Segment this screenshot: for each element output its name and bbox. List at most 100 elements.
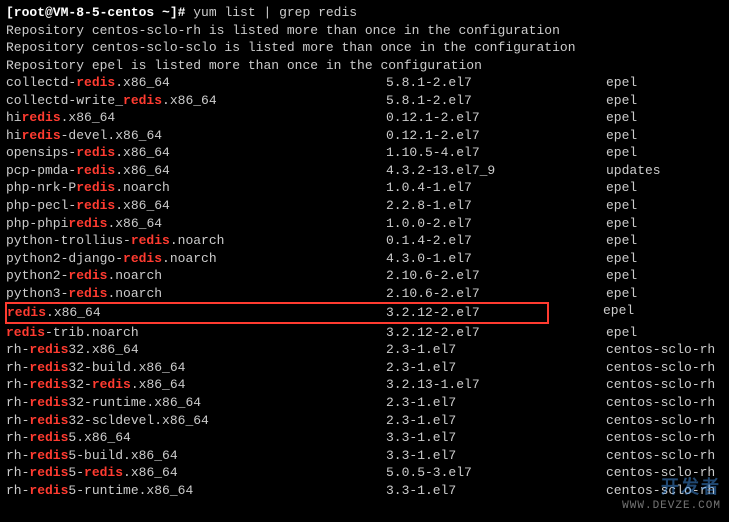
package-version: 2.10.6-2.el7	[386, 267, 606, 285]
grep-match: redis	[68, 268, 107, 283]
package-version: 3.2.12-2.el7	[386, 324, 606, 342]
grep-match: redis	[131, 233, 170, 248]
grep-match: redis	[92, 377, 131, 392]
package-version: 3.2.12-2.el7	[386, 304, 546, 322]
package-row: python3-redis.noarch2.10.6-2.el7epel	[6, 285, 723, 303]
package-version: 1.0.0-2.el7	[386, 215, 606, 233]
package-name: redis-trib.noarch	[6, 324, 386, 342]
grep-match: redis	[22, 128, 61, 143]
package-version: 4.3.2-13.el7_9	[386, 162, 606, 180]
package-row: rh-redis5.x86_643.3-1.el7centos-sclo-rh	[6, 429, 723, 447]
package-row: python2-django-redis.noarch4.3.0-1.el7ep…	[6, 250, 723, 268]
grep-match: redis	[29, 483, 68, 498]
package-version: 2.10.6-2.el7	[386, 285, 606, 303]
package-version: 5.8.1-2.el7	[386, 92, 606, 110]
package-version: 3.3-1.el7	[386, 429, 606, 447]
package-row: php-phpiredis.x86_641.0.0-2.el7epel	[6, 215, 723, 233]
package-row: php-nrk-Predis.noarch1.0.4-1.el7epel	[6, 179, 723, 197]
package-name: python-trollius-redis.noarch	[6, 232, 386, 250]
package-repo: epel	[606, 232, 637, 250]
package-version: 5.8.1-2.el7	[386, 74, 606, 92]
package-name: rh-redis5-redis.x86_64	[6, 464, 386, 482]
grep-match: redis	[68, 216, 107, 231]
package-version: 0.1.4-2.el7	[386, 232, 606, 250]
package-version: 0.12.1-2.el7	[386, 127, 606, 145]
package-row: php-pecl-redis.x86_642.2.8-1.el7epel	[6, 197, 723, 215]
package-row: pcp-pmda-redis.x86_644.3.2-13.el7_9updat…	[6, 162, 723, 180]
package-name: collectd-redis.x86_64	[6, 74, 386, 92]
package-repo: centos-sclo-rh	[606, 447, 715, 465]
package-name: python3-redis.noarch	[6, 285, 386, 303]
package-version: 4.3.0-1.el7	[386, 250, 606, 268]
package-row: rh-redis32-scldevel.x86_642.3-1.el7cento…	[6, 412, 723, 430]
package-repo: epel	[606, 144, 637, 162]
package-name: python2-redis.noarch	[6, 267, 386, 285]
package-row: rh-redis5-redis.x86_645.0.5-3.el7centos-…	[6, 464, 723, 482]
package-repo: epel	[606, 250, 637, 268]
grep-match: redis	[123, 93, 162, 108]
package-name: pcp-pmda-redis.x86_64	[6, 162, 386, 180]
package-name: php-pecl-redis.x86_64	[6, 197, 386, 215]
package-name: rh-redis32-build.x86_64	[6, 359, 386, 377]
package-repo: epel	[606, 197, 637, 215]
package-version: 2.3-1.el7	[386, 412, 606, 430]
package-name: rh-redis32-runtime.x86_64	[6, 394, 386, 412]
grep-match: redis	[29, 448, 68, 463]
package-name: rh-redis32.x86_64	[6, 341, 386, 359]
package-row: hiredis.x86_640.12.1-2.el7epel	[6, 109, 723, 127]
warning-message: Repository centos-sclo-rh is listed more…	[6, 22, 723, 40]
grep-match: redis	[68, 286, 107, 301]
package-name: python2-django-redis.noarch	[6, 250, 386, 268]
grep-match: redis	[29, 377, 68, 392]
package-row: hiredis-devel.x86_640.12.1-2.el7epel	[6, 127, 723, 145]
package-repo: centos-sclo-rh	[606, 394, 715, 412]
package-list: collectd-redis.x86_645.8.1-2.el7epelcoll…	[6, 74, 723, 499]
package-repo: epel	[606, 74, 637, 92]
package-repo: centos-sclo-rh	[606, 376, 715, 394]
package-version: 2.3-1.el7	[386, 359, 606, 377]
package-row: rh-redis5-runtime.x86_643.3-1.el7centos-…	[6, 482, 723, 500]
package-name: hiredis.x86_64	[6, 109, 386, 127]
grep-match: redis	[6, 325, 45, 340]
highlighted-package-box: redis.x86_643.2.12-2.el7	[5, 302, 549, 324]
package-repo: epel	[603, 302, 634, 324]
watermark-url: WWW.DEVZE.COM	[622, 499, 721, 514]
package-repo: epel	[606, 127, 637, 145]
package-name: rh-redis32-scldevel.x86_64	[6, 412, 386, 430]
grep-match: redis	[22, 110, 61, 125]
package-repo: epel	[606, 324, 637, 342]
package-row: opensips-redis.x86_641.10.5-4.el7epel	[6, 144, 723, 162]
package-row: rh-redis5-build.x86_643.3-1.el7centos-sc…	[6, 447, 723, 465]
package-repo: epel	[606, 92, 637, 110]
package-version: 3.2.13-1.el7	[386, 376, 606, 394]
grep-match: redis	[29, 360, 68, 375]
package-row: collectd-redis.x86_645.8.1-2.el7epel	[6, 74, 723, 92]
package-version: 3.3-1.el7	[386, 482, 606, 500]
grep-match: redis	[29, 342, 68, 357]
package-repo: updates	[606, 162, 661, 180]
package-name: rh-redis5-build.x86_64	[6, 447, 386, 465]
prompt-user-host: [root@VM-8-5-centos ~]#	[6, 5, 185, 20]
package-repo: centos-sclo-rh	[606, 359, 715, 377]
package-name: rh-redis5-runtime.x86_64	[6, 482, 386, 500]
package-row: python2-redis.noarch2.10.6-2.el7epel	[6, 267, 723, 285]
terminal-prompt-line: [root@VM-8-5-centos ~]# yum list | grep …	[6, 4, 723, 22]
package-row: redis-trib.noarch3.2.12-2.el7epel	[6, 324, 723, 342]
grep-match: redis	[123, 251, 162, 266]
package-repo: epel	[606, 109, 637, 127]
package-row: rh-redis32-build.x86_642.3-1.el7centos-s…	[6, 359, 723, 377]
package-repo: centos-sclo-rh	[606, 341, 715, 359]
package-repo: epel	[606, 179, 637, 197]
package-repo: epel	[606, 267, 637, 285]
package-version: 1.0.4-1.el7	[386, 179, 606, 197]
package-repo: epel	[606, 285, 637, 303]
package-repo: centos-sclo-rh	[606, 482, 715, 500]
grep-match: redis	[76, 75, 115, 90]
package-repo: centos-sclo-rh	[606, 429, 715, 447]
package-name: php-phpiredis.x86_64	[6, 215, 386, 233]
package-row: rh-redis32-redis.x86_643.2.13-1.el7cento…	[6, 376, 723, 394]
package-name: hiredis-devel.x86_64	[6, 127, 386, 145]
package-version: 0.12.1-2.el7	[386, 109, 606, 127]
package-name: php-nrk-Predis.noarch	[6, 179, 386, 197]
package-version: 2.2.8-1.el7	[386, 197, 606, 215]
